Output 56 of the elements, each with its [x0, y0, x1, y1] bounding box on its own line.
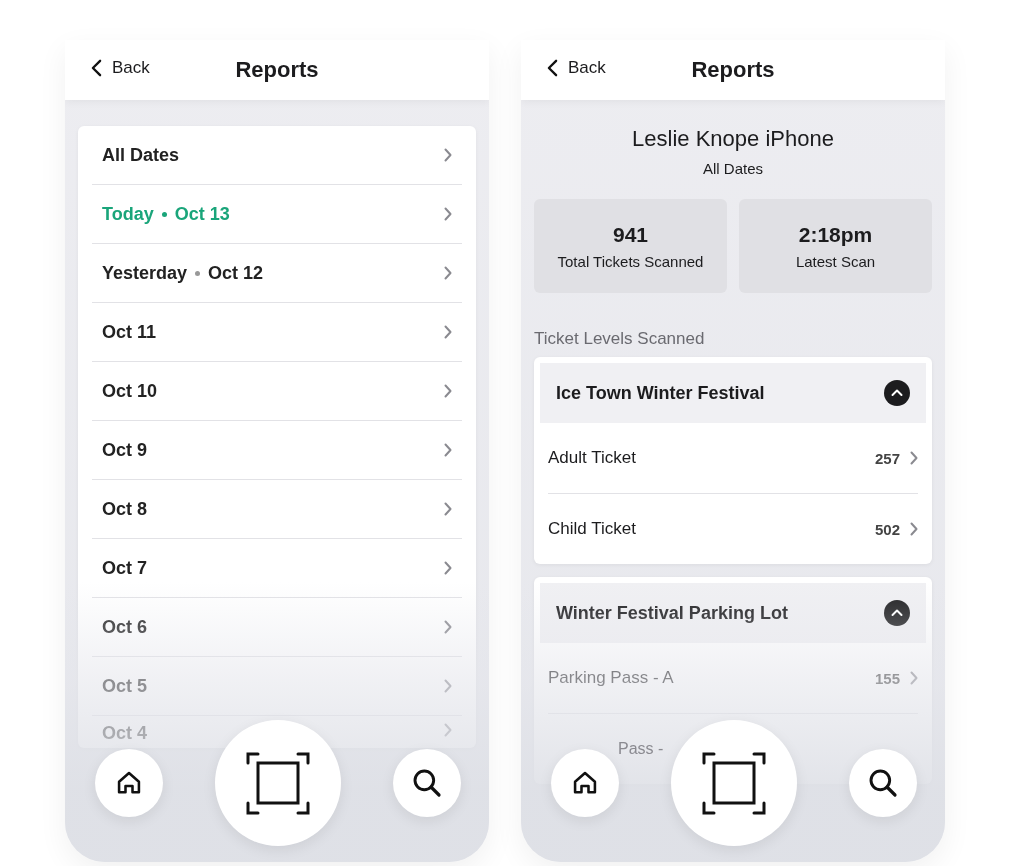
- chevron-right-icon: [910, 451, 918, 465]
- group-name: Winter Festival Parking Lot: [556, 602, 788, 624]
- chevron-right-icon: [444, 561, 452, 575]
- group-header[interactable]: Ice Town Winter Festival: [540, 363, 926, 423]
- device-name: Leslie Knope iPhone: [631, 126, 835, 152]
- search-icon: [411, 767, 443, 799]
- section-label: Ticket Levels Scanned: [534, 329, 706, 349]
- chevron-circle-icon[interactable]: [884, 380, 910, 406]
- stat-label: Latest Scan: [795, 252, 876, 270]
- ticket-count: 155: [874, 669, 900, 687]
- ticket-count: 257: [874, 449, 900, 467]
- chevron-right-icon: [444, 207, 452, 221]
- chevron-right-icon: [444, 502, 452, 516]
- date-list-item[interactable]: Oct 7: [92, 539, 462, 598]
- date-list-item[interactable]: Yesterday Oct 12: [92, 244, 462, 303]
- chevron-right-icon: [444, 384, 452, 398]
- group-header[interactable]: Winter Festival Parking Lot: [540, 583, 926, 643]
- date-range: All Dates: [702, 160, 764, 177]
- chevron-right-icon: [444, 679, 452, 693]
- stat-label: Total Tickets Scanned: [557, 252, 704, 270]
- chevron-circle-icon[interactable]: [884, 600, 910, 626]
- stat-value: 941: [612, 222, 648, 247]
- chevron-right-icon: [910, 671, 918, 685]
- back-button[interactable]: Back: [545, 56, 608, 80]
- stat-value: 2:18pm: [798, 222, 873, 247]
- scan-icon: [246, 751, 310, 815]
- home-icon: [571, 769, 599, 797]
- chevron-left-icon: [547, 59, 558, 77]
- home-icon: [115, 769, 143, 797]
- date-list-item[interactable]: Oct 11: [92, 303, 462, 362]
- screen-title: Reports: [691, 57, 775, 83]
- chevron-right-icon: [444, 325, 452, 339]
- chevron-right-icon: [444, 443, 452, 457]
- chevron-right-icon: [444, 723, 452, 737]
- date-list-item[interactable]: Oct 6: [92, 598, 462, 657]
- group-name: Ice Town Winter Festival: [556, 382, 765, 404]
- chevron-right-icon: [444, 148, 452, 162]
- scan-icon: [702, 751, 766, 815]
- ticket-level-name: Pass -: [618, 740, 664, 758]
- date-list-item[interactable]: Oct 8: [92, 480, 462, 539]
- screen-title: Reports: [235, 57, 319, 83]
- search-icon: [867, 767, 899, 799]
- date-list-item[interactable]: Oct 9: [92, 421, 462, 480]
- ticket-level-name: Child Ticket: [548, 519, 637, 539]
- chevron-right-icon: [444, 266, 452, 280]
- back-button[interactable]: Back: [89, 56, 152, 80]
- chevron-left-icon: [91, 59, 102, 77]
- ticket-level-name: Parking Pass - A: [548, 668, 675, 688]
- ticket-level-name: Adult Ticket: [548, 448, 637, 468]
- chevron-right-icon: [444, 620, 452, 634]
- date-list-item[interactable]: All Dates: [92, 126, 462, 185]
- ticket-level-item[interactable]: Child Ticket 502: [548, 494, 918, 564]
- ticket-count: 502: [874, 520, 900, 538]
- date-list-item[interactable]: Oct 10: [92, 362, 462, 421]
- chevron-right-icon: [910, 522, 918, 536]
- ticket-level-item[interactable]: Adult Ticket 257: [548, 423, 918, 494]
